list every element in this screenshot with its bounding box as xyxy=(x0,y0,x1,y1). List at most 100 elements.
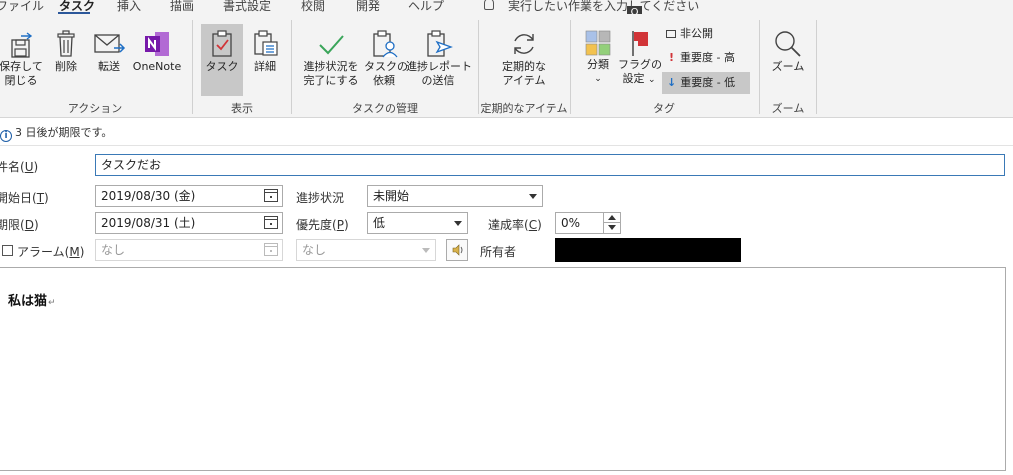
info-icon: i xyxy=(0,130,12,142)
delete-button[interactable]: 削除 xyxy=(50,28,82,74)
onenote-button[interactable]: OneNote xyxy=(128,28,186,74)
chevron-down-icon: ⌄ xyxy=(594,74,602,84)
task-body-editor[interactable]: 私は猫↵ xyxy=(0,267,1006,471)
chevron-down-icon xyxy=(422,248,430,253)
low-importance-button[interactable]: ↓ 重要度 - 低 xyxy=(662,72,750,94)
task-clipboard-icon xyxy=(212,30,232,57)
magnifier-icon xyxy=(775,31,801,57)
spin-up-icon[interactable] xyxy=(608,215,616,220)
chevron-down-icon: ⌄ xyxy=(647,75,656,85)
group-separator xyxy=(478,20,479,114)
group-label-zoom: ズーム xyxy=(771,102,805,115)
reminder-time-dropdown: なし xyxy=(296,239,436,261)
task-body-text: 私は猫↵ xyxy=(8,294,56,309)
reminder-date-field: なし xyxy=(95,239,283,261)
save-close-label-1: 保存して xyxy=(0,60,43,73)
private-button[interactable]: 非公開 xyxy=(662,23,752,45)
save-and-close-button[interactable]: 保存して 閉じる xyxy=(0,32,44,88)
reminder-checkbox[interactable] xyxy=(2,245,13,256)
forward-label: 転送 xyxy=(98,60,120,73)
tab-draw[interactable]: 描画 xyxy=(170,0,194,14)
percent-complete-field[interactable]: 0% xyxy=(555,212,621,234)
due-info-bar: i3 日後が期限です。 xyxy=(0,124,112,142)
zoom-label: ズーム xyxy=(771,60,805,73)
group-separator xyxy=(291,20,292,114)
down-arrow-icon: ↓ xyxy=(667,76,677,89)
details-clipboard-icon xyxy=(254,30,278,56)
mark-complete-label-2: 完了にする xyxy=(303,74,359,87)
low-importance-label: 重要度 - 低 xyxy=(680,76,736,89)
paragraph-mark-icon: ↵ xyxy=(48,298,56,308)
ribbon: 保存して 閉じる 削除 転送 OneNote アクション タスク 詳細 表示 進… xyxy=(0,14,1013,118)
spin-down-icon[interactable] xyxy=(608,225,616,230)
start-date-label: 開始日(T) xyxy=(0,191,49,205)
save-close-label-2: 閉じる xyxy=(4,74,38,87)
send-report-icon xyxy=(427,30,453,57)
ribbon-tab-bar: ファイル F タスク H 挿入 N 描画 JI 書式設定 O 校閲 V 開発 L… xyxy=(0,0,1013,28)
reminder-time-value: なし xyxy=(302,243,327,257)
details-view-button[interactable]: 詳細 xyxy=(247,28,283,74)
tab-format[interactable]: 書式設定 xyxy=(223,0,271,14)
group-label-show: 表示 xyxy=(231,102,253,115)
status-dropdown[interactable]: 未開始 xyxy=(367,185,543,207)
assign-task-button[interactable]: タスクの 依頼 xyxy=(364,28,408,88)
calendar-icon[interactable] xyxy=(264,216,278,229)
due-info-text: 3 日後が期限です。 xyxy=(15,126,113,139)
calendar-icon xyxy=(264,243,278,256)
chevron-down-icon xyxy=(529,194,537,199)
owner-redacted-field xyxy=(555,238,741,262)
group-separator xyxy=(816,20,817,114)
forward-button[interactable]: 転送 xyxy=(90,28,128,74)
priority-dropdown[interactable]: 低 xyxy=(367,212,468,234)
tab-help[interactable]: ヘルプ xyxy=(408,0,444,14)
status-label: 進捗状況 xyxy=(296,191,345,205)
private-label: 非公開 xyxy=(680,27,713,40)
start-date-value: 2019/08/30 (金) xyxy=(101,189,196,203)
follow-up-label-1: フラグの xyxy=(618,58,662,71)
onenote-icon xyxy=(145,32,169,56)
details-view-label: 詳細 xyxy=(254,60,276,73)
reminder-date-value: なし xyxy=(101,243,126,257)
subject-label: 件名(U) xyxy=(0,160,39,174)
tab-developer[interactable]: 開発 xyxy=(356,0,380,14)
assign-task-icon xyxy=(373,30,398,58)
priority-label: 優先度(P) xyxy=(296,218,349,232)
categorize-button[interactable]: 分類 ⌄ xyxy=(580,28,616,86)
assign-task-label-1: タスクの xyxy=(364,60,408,73)
speaker-icon xyxy=(452,244,463,256)
tell-me-search[interactable]: 実行したい作業を入力してください xyxy=(508,0,699,14)
task-view-button[interactable]: タスク xyxy=(201,24,243,96)
group-separator xyxy=(192,20,193,114)
due-date-label: 期限(D) xyxy=(0,218,39,232)
subject-field[interactable]: タスクだお xyxy=(95,154,1005,176)
lightbulb-icon xyxy=(484,0,494,10)
reminder-sound-button[interactable] xyxy=(446,239,468,261)
tab-review[interactable]: 校閲 xyxy=(301,0,325,14)
delete-label: 削除 xyxy=(55,60,77,73)
categorize-icon xyxy=(585,30,611,56)
zoom-button[interactable]: ズーム xyxy=(768,28,808,74)
flag-icon xyxy=(632,31,648,56)
tab-insert[interactable]: 挿入 xyxy=(117,0,141,14)
recurrence-button[interactable]: 定期的な アイテム xyxy=(494,28,554,88)
onenote-label: OneNote xyxy=(132,60,182,73)
send-status-report-button[interactable]: 進捗レポート の送信 xyxy=(406,28,472,88)
mark-complete-label-1: 進捗状況を xyxy=(303,60,359,73)
divider xyxy=(0,145,1013,146)
recurrence-label-1: 定期的な xyxy=(502,60,546,73)
tab-file[interactable]: ファイル xyxy=(0,0,44,14)
save-close-icon xyxy=(11,32,33,58)
exclamation-icon: ! xyxy=(669,51,675,64)
due-date-field[interactable]: 2019/08/31 (土) xyxy=(95,212,283,234)
start-date-field[interactable]: 2019/08/30 (金) xyxy=(95,185,283,207)
group-label-tags: タグ xyxy=(653,102,675,115)
percent-complete-label: 達成率(C) xyxy=(488,218,542,232)
trash-icon xyxy=(57,30,75,57)
group-separator xyxy=(759,20,760,114)
percent-spinner[interactable] xyxy=(603,213,620,233)
calendar-icon[interactable] xyxy=(264,189,278,202)
checkmark-icon xyxy=(319,35,344,55)
high-importance-button[interactable]: ! 重要度 - 高 xyxy=(662,47,752,69)
follow-up-button[interactable]: フラグの 設定 ⌄ xyxy=(618,28,662,87)
mark-complete-button[interactable]: 進捗状況を 完了にする xyxy=(301,28,361,88)
